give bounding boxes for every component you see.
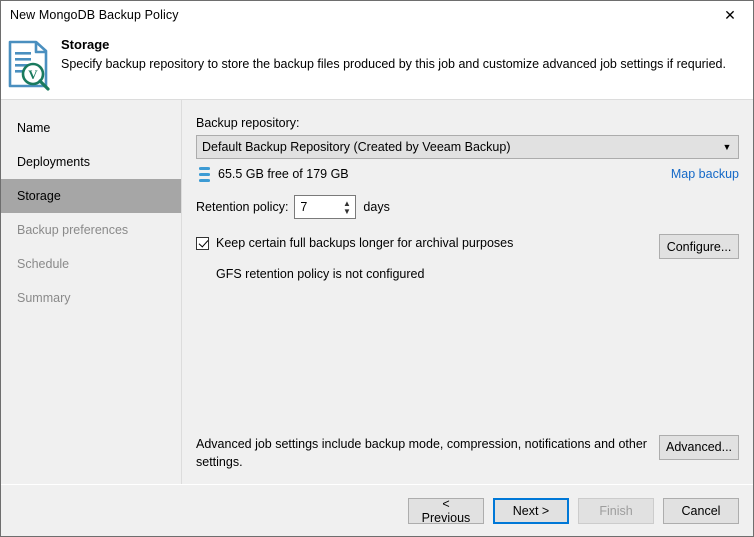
chevron-up-icon[interactable]: ▲ [343, 199, 351, 207]
storage-settings-panel: Backup repository: Default Backup Reposi… [182, 100, 753, 484]
next-button[interactable]: Next > [493, 497, 569, 524]
header-text-block: Storage Specify backup repository to sto… [59, 34, 726, 72]
advanced-settings-description: Advanced job settings include backup mod… [196, 436, 647, 469]
backup-repository-value: Default Backup Repository (Created by Ve… [202, 140, 511, 154]
stepper-arrows[interactable]: ▲ ▼ [338, 196, 355, 218]
cancel-button[interactable]: Cancel [663, 497, 739, 524]
title-bar: New MongoDB Backup Policy ✕ [1, 1, 753, 29]
svg-text:V: V [28, 67, 38, 82]
document-search-veeam-icon: V [1, 34, 59, 91]
page-description: Specify backup repository to store the b… [61, 57, 726, 72]
storage-disk-icon [199, 166, 210, 182]
chevron-down-icon[interactable]: ▼ [343, 207, 351, 215]
retention-policy-label: Retention policy: [196, 200, 289, 214]
repository-free-space-group: 65.5 GB free of 179 GB [196, 166, 349, 182]
sidebar-item-deployments[interactable]: Deployments [1, 145, 181, 179]
gfs-checkbox[interactable] [196, 236, 209, 250]
retention-days-unit: days [363, 200, 390, 214]
repository-info-row: 65.5 GB free of 179 GB Map backup [196, 165, 739, 183]
backup-repository-select[interactable]: Default Backup Repository (Created by Ve… [196, 135, 739, 159]
gfs-row: Keep certain full backups longer for arc… [196, 234, 739, 259]
configure-button[interactable]: Configure... [659, 234, 739, 259]
backup-repository-label: Backup repository: [196, 116, 300, 130]
sidebar-item-summary[interactable]: Summary [1, 281, 181, 315]
retention-days-value[interactable]: 7 [295, 200, 307, 214]
window-title: New MongoDB Backup Policy [10, 8, 179, 22]
dialog-window: New MongoDB Backup Policy ✕ V Storage Sp… [0, 0, 754, 537]
close-icon[interactable]: ✕ [707, 2, 753, 29]
map-backup-link[interactable]: Map backup [671, 167, 739, 181]
chevron-down-icon: ▼ [722, 142, 732, 152]
advanced-settings-row: Advanced job settings include backup mod… [196, 434, 739, 484]
previous-button[interactable]: < Previous [408, 497, 484, 525]
repository-free-space: 65.5 GB free of 179 GB [218, 167, 349, 181]
dialog-body: Name Deployments Storage Backup preferen… [1, 100, 753, 484]
sidebar-item-storage[interactable]: Storage [1, 179, 181, 213]
retention-days-stepper[interactable]: 7 ▲ ▼ [294, 195, 357, 219]
page-title: Storage [61, 37, 110, 52]
sidebar-item-backup-preferences[interactable]: Backup preferences [1, 213, 181, 247]
gfs-checkbox-group[interactable]: Keep certain full backups longer for arc… [196, 234, 513, 250]
wizard-header: V Storage Specify backup repository to s… [1, 29, 753, 100]
retention-policy-row: Retention policy: 7 ▲ ▼ days [196, 195, 739, 219]
gfs-checkbox-label[interactable]: Keep certain full backups longer for arc… [216, 236, 513, 250]
gfs-status-note: GFS retention policy is not configured [216, 267, 425, 281]
advanced-button[interactable]: Advanced... [659, 434, 739, 460]
finish-button: Finish [578, 497, 654, 524]
wizard-footer: < Previous Next > Finish Cancel [1, 484, 753, 536]
sidebar-item-schedule[interactable]: Schedule [1, 247, 181, 281]
wizard-step-sidebar: Name Deployments Storage Backup preferen… [1, 100, 182, 484]
sidebar-item-name[interactable]: Name [1, 111, 181, 145]
